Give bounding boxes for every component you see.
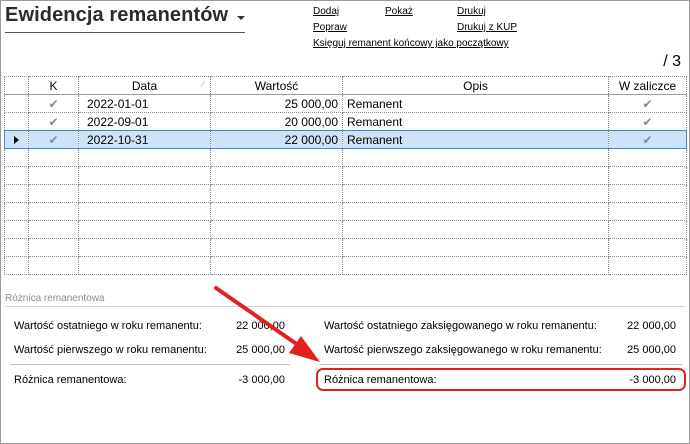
annotation-arrow-icon [214,286,320,362]
